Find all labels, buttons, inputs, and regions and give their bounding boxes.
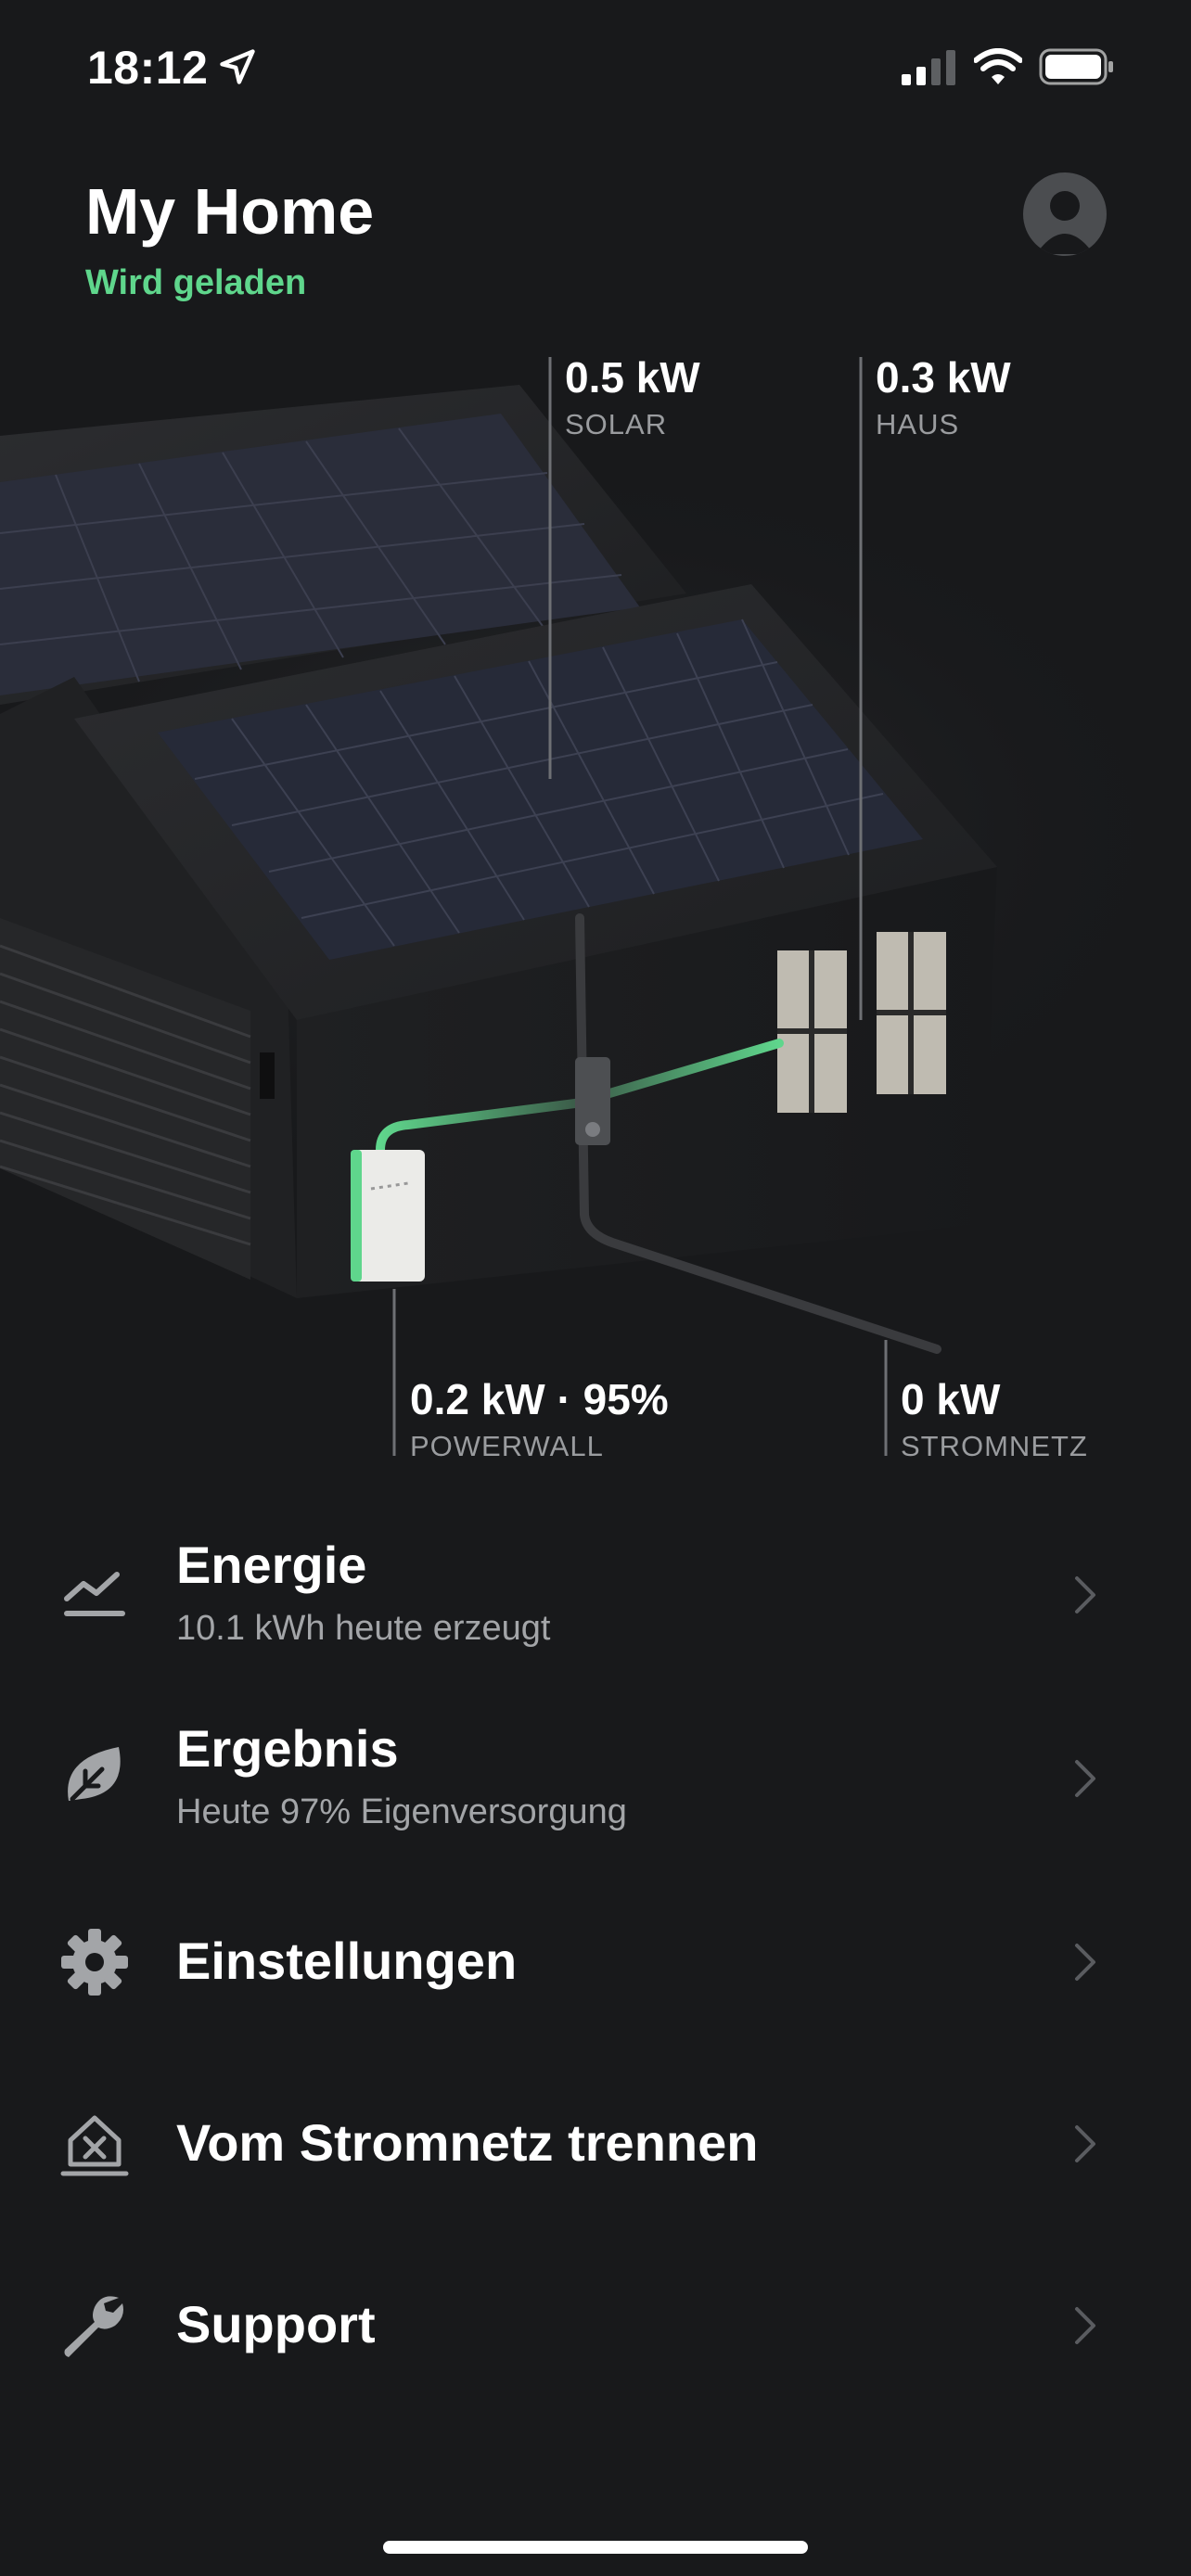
house-energy-illustration [0, 357, 1191, 1456]
page-title: My Home [85, 175, 375, 248]
chevron-right-icon [1075, 1760, 1095, 1797]
grid-metric: 0 kW STROMNETZ [901, 1374, 1088, 1463]
status-bar: 18:12 [0, 0, 1191, 130]
menu-item-ergebnis[interactable]: Ergebnis Heute 97% Eigenversorgung [0, 1695, 1191, 1862]
menu-item-energie[interactable]: Energie 10.1 kWh heute erzeugt [0, 1511, 1191, 1678]
menu-title: Energie [176, 1536, 367, 1594]
powerwall-unit [351, 1150, 425, 1282]
menu-title: Ergebnis [176, 1719, 399, 1778]
person-icon [1036, 191, 1094, 254]
chevron-right-icon [1075, 2307, 1095, 2344]
gear-icon [61, 1929, 128, 1996]
menu-title: Vom Stromnetz trennen [176, 2113, 759, 2172]
menu-title: Einstellungen [176, 1932, 518, 1990]
chevron-right-icon [1075, 1576, 1095, 1613]
menu-item-einstellungen[interactable]: Einstellungen [0, 1879, 1191, 2046]
powerwall-label: POWERWALL [410, 1430, 604, 1462]
menu-subtitle: Heute 97% Eigenversorgung [176, 1792, 627, 1831]
menu-title: Support [176, 2295, 376, 2353]
off-grid-house-icon [60, 2115, 129, 2176]
home-indicator[interactable] [383, 2541, 808, 2554]
leaf-icon [68, 1747, 121, 1802]
menu-subtitle: 10.1 kWh heute erzeugt [176, 1609, 551, 1648]
solar-metric: 0.5 kW SOLAR [565, 352, 700, 441]
wrench-icon [64, 2296, 123, 2357]
menu-item-support[interactable]: Support [0, 2242, 1191, 2409]
chevron-right-icon [1075, 2125, 1095, 2162]
profile-avatar-button[interactable] [1023, 172, 1107, 256]
powerwall-metric: 0.2 kW · 95% POWERWALL [410, 1374, 669, 1463]
solar-label: SOLAR [565, 408, 668, 440]
solar-value: 0.5 kW [565, 353, 700, 402]
menu-item-stromnetz-trennen[interactable]: Vom Stromnetz trennen [0, 2060, 1191, 2227]
charging-status: Wird geladen [85, 263, 307, 302]
energy-chart-icon [64, 1572, 125, 1616]
location-arrow-icon [220, 49, 255, 84]
home-value: 0.3 kW [876, 353, 1011, 402]
wifi-icon [974, 48, 1022, 84]
powerwall-value: 0.2 kW · 95% [410, 1375, 669, 1423]
status-time: 18:12 [87, 42, 209, 94]
chevron-right-icon [1075, 1944, 1095, 1981]
home-metric: 0.3 kW HAUS [876, 352, 1011, 441]
cellular-signal-icon [902, 50, 955, 85]
grid-value: 0 kW [901, 1375, 1001, 1423]
home-label: HAUS [876, 408, 960, 440]
battery-icon [1039, 48, 1113, 85]
grid-label: STROMNETZ [901, 1430, 1088, 1462]
